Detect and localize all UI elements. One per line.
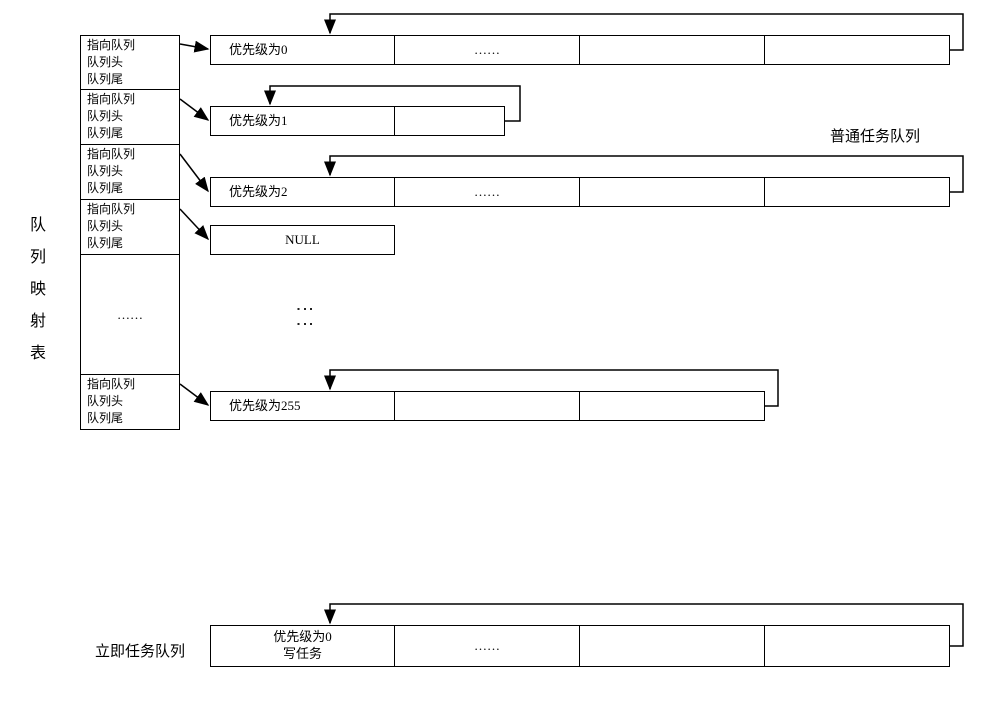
map-entry-tail: 队列尾 [81, 70, 179, 87]
queue-row-255-cell-1 [395, 391, 580, 421]
queue-row-0-cell-0: 优先级为0 [210, 35, 395, 65]
map-entry-0: 指向队列 队列头 队列尾 [80, 35, 180, 90]
map-entry-255: 指向队列 队列头 队列尾 [80, 375, 180, 430]
map-entry-pointer: 指向队列 [81, 145, 179, 162]
map-entry-tail: 队列尾 [81, 179, 179, 196]
immediate-queue-cell-3 [765, 625, 950, 667]
map-entry-tail: 队列尾 [81, 409, 179, 426]
map-entry-tail: 队列尾 [81, 234, 179, 251]
queue-row-255-cell-0: 优先级为255 [210, 391, 395, 421]
vertical-dots: ⋮ [290, 300, 319, 316]
queue-row-2-cell-0: 优先级为2 [210, 177, 395, 207]
queue-row-null-cell: NULL [210, 225, 395, 255]
map-entry-head: 队列头 [81, 162, 179, 179]
map-entry-2: 指向队列 队列头 队列尾 [80, 145, 180, 200]
queue-row-255-cell-2 [580, 391, 765, 421]
map-entry-pointer: 指向队列 [81, 90, 179, 107]
map-entry-head: 队列头 [81, 53, 179, 70]
queue-row-0-cell-3 [765, 35, 950, 65]
map-entry-3: 指向队列 队列头 队列尾 [80, 200, 180, 255]
immediate-queue-cell-2 [580, 625, 765, 667]
queue-row-1-cell-0: 优先级为1 [210, 106, 395, 136]
queue-row-2-cell-3 [765, 177, 950, 207]
vertical-dots-2: ⋮ [290, 315, 319, 331]
map-entry-pointer: 指向队列 [81, 200, 179, 217]
map-entry-tail: 队列尾 [81, 124, 179, 141]
queue-row-0-cell-2 [580, 35, 765, 65]
map-entry-1: 指向队列 队列头 队列尾 [80, 90, 180, 145]
map-entry-ellipsis: …… [80, 255, 180, 375]
map-entry-pointer: 指向队列 [81, 375, 179, 392]
queue-row-2-cell-1: …… [395, 177, 580, 207]
immediate-task-queue-label: 立即任务队列 [95, 640, 185, 664]
map-entry-head: 队列头 [81, 217, 179, 234]
queue-row-1-cell-1 [395, 106, 505, 136]
immediate-queue-cell-1: …… [395, 625, 580, 667]
map-entry-head: 队列头 [81, 392, 179, 409]
normal-task-queue-label: 普通任务队列 [830, 125, 920, 149]
queue-row-0-cell-1: …… [395, 35, 580, 65]
queue-row-2-cell-2 [580, 177, 765, 207]
map-entry-pointer: 指向队列 [81, 36, 179, 53]
queue-mapping-table-label: 队 列 映 射 表 [30, 210, 46, 370]
immediate-queue-cell-0: 优先级为0 写任务 [210, 625, 395, 667]
map-entry-head: 队列头 [81, 107, 179, 124]
